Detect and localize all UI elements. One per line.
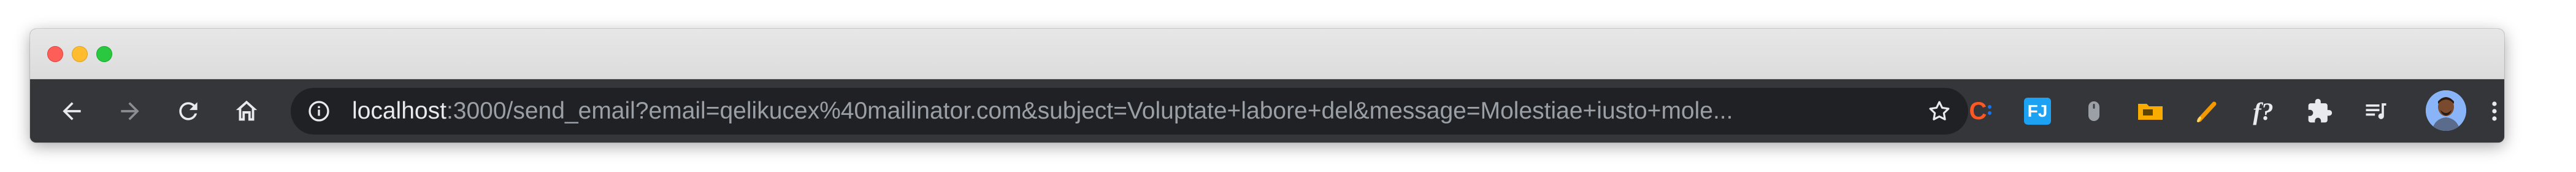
avatar-image — [2426, 90, 2466, 131]
c-extension-label: C — [1969, 98, 1987, 125]
reload-button[interactable] — [170, 93, 207, 130]
browser-toolbar: localhost:3000/send_email?email=qelikuce… — [30, 79, 2504, 143]
title-bar — [30, 29, 2504, 79]
fj-extension-icon[interactable]: FJ — [2022, 95, 2053, 127]
back-button[interactable] — [53, 93, 90, 130]
fonts-extension-label: f? — [2253, 97, 2274, 125]
star-icon[interactable] — [1926, 98, 1952, 124]
fj-extension-label: FJ — [2024, 98, 2051, 125]
pen-extension-icon[interactable] — [2191, 95, 2223, 127]
media-queue-button[interactable] — [2360, 95, 2392, 127]
folder-icon — [2138, 104, 2163, 120]
forward-button[interactable] — [112, 93, 148, 130]
maximize-window-button[interactable] — [96, 46, 112, 62]
folder-extension-icon[interactable] — [2134, 95, 2166, 127]
minimize-window-button[interactable] — [72, 46, 88, 62]
pen-icon — [2197, 101, 2217, 122]
fonts-extension-icon[interactable]: f? — [2247, 95, 2279, 127]
close-window-button[interactable] — [47, 46, 63, 62]
c-extension-dots — [1988, 105, 1992, 115]
mouse-extension-icon[interactable] — [2078, 95, 2110, 127]
arrow-left-icon — [63, 102, 81, 120]
home-icon — [236, 100, 258, 121]
info-icon[interactable] — [307, 99, 331, 123]
kebab-menu-icon — [2492, 101, 2497, 121]
profile-avatar-icon[interactable] — [2426, 90, 2466, 131]
media-queue-icon — [2366, 103, 2386, 119]
address-bar[interactable]: localhost:3000/send_email?email=qelikuce… — [291, 88, 1968, 135]
c-extension-icon[interactable]: C — [1965, 95, 1997, 127]
reload-icon — [179, 102, 197, 120]
arrow-right-icon — [121, 102, 139, 120]
url-text[interactable]: localhost:3000/send_email?email=qelikuce… — [352, 88, 1879, 135]
mouse-icon — [2088, 101, 2099, 121]
extensions-menu-button[interactable] — [2304, 95, 2336, 127]
url-host: localhost — [352, 98, 447, 124]
home-button[interactable] — [228, 93, 265, 130]
puzzle-extensions-icon — [2308, 98, 2333, 123]
url-path: :3000/send_email?email=qelikucex%40maili… — [446, 98, 1733, 124]
browser-window: localhost:3000/send_email?email=qelikuce… — [30, 29, 2504, 143]
menu-button[interactable] — [2485, 93, 2504, 130]
